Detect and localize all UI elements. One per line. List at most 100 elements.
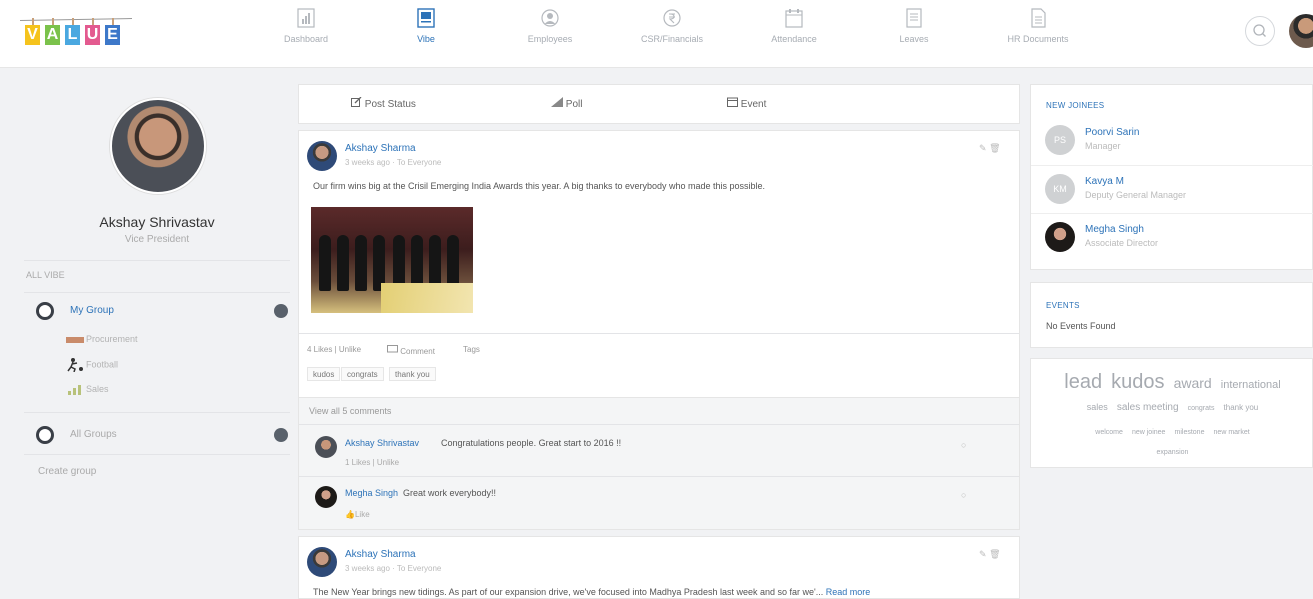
- events-title: EVENTS: [1046, 301, 1080, 310]
- post-author-avatar[interactable]: [307, 547, 337, 577]
- cloud-tag[interactable]: welcome: [1095, 429, 1123, 436]
- group-icon: [36, 302, 54, 320]
- post-author-avatar[interactable]: [307, 141, 337, 171]
- joinee-name[interactable]: Kavya M: [1085, 176, 1124, 187]
- cloud-tag[interactable]: new market: [1214, 429, 1250, 436]
- new-joinees-title: NEW JOINEES: [1046, 101, 1105, 110]
- delete-post-icon[interactable]: 🗑: [989, 143, 1000, 153]
- joinee-name[interactable]: Megha Singh: [1085, 224, 1144, 235]
- calendar-icon: [727, 97, 738, 107]
- event-label: Event: [740, 99, 767, 110]
- view-all-comments-link[interactable]: View all 5 comments: [309, 406, 391, 416]
- delete-post-icon[interactable]: 🗑: [989, 549, 1000, 559]
- nav-attendance[interactable]: Attendance: [744, 8, 844, 58]
- nav-leaves[interactable]: Leaves: [864, 8, 964, 58]
- profile-title: Vice President: [124, 234, 190, 245]
- nav-label: Dashboard: [283, 34, 329, 44]
- cloud-tag[interactable]: award: [1174, 375, 1212, 391]
- tags-link[interactable]: Tags: [463, 345, 480, 354]
- cloud-tag[interactable]: sales meeting: [1117, 402, 1179, 413]
- comment-like-link[interactable]: 👍Like: [345, 510, 370, 519]
- group-count-badge: [274, 428, 288, 442]
- tag[interactable]: kudos: [307, 367, 341, 381]
- post-meta: 3 weeks ago · To Everyone: [345, 158, 442, 167]
- subgroup-sales[interactable]: Sales: [66, 384, 109, 402]
- cloud-tag[interactable]: new joinee: [1132, 429, 1165, 436]
- likes-unlike[interactable]: 4 Likes | Unlike: [307, 345, 361, 354]
- post-card: Akshay Sharma 3 weeks ago · To Everyone …: [298, 536, 1020, 599]
- comments-section: View all 5 comments Akshay Shrivastav Co…: [298, 398, 1020, 530]
- comment-author-name[interactable]: Akshay Shrivastav: [345, 438, 419, 448]
- post-author-name[interactable]: Akshay Sharma: [345, 549, 416, 560]
- my-group-item[interactable]: My Group: [24, 300, 290, 322]
- user-icon: [541, 9, 559, 27]
- cloud-tag[interactable]: kudos: [1111, 371, 1164, 394]
- poll-tab[interactable]: Poll: [551, 97, 582, 110]
- cloud-tag[interactable]: expansion: [1157, 449, 1189, 456]
- cloud-tag[interactable]: congrats: [1188, 405, 1215, 412]
- comment-options-icon[interactable]: ○: [961, 440, 966, 450]
- value-logo[interactable]: V A L U E: [19, 16, 133, 50]
- subgroup-football[interactable]: Football: [66, 358, 118, 376]
- read-more-link[interactable]: Read more: [826, 587, 871, 597]
- bar-chart-icon: [297, 8, 315, 28]
- all-vibe-label[interactable]: ALL VIBE: [26, 270, 65, 280]
- cloud-tag[interactable]: thank you: [1224, 403, 1259, 412]
- edit-post-icon[interactable]: ✎: [979, 143, 987, 153]
- nav-csr-financials[interactable]: CSR/Financials: [622, 8, 722, 58]
- edit-post-icon[interactable]: ✎: [979, 549, 987, 559]
- comment-author-avatar[interactable]: [315, 436, 337, 458]
- cloud-tag[interactable]: milestone: [1175, 429, 1205, 436]
- nav-label: HR Documents: [1007, 34, 1069, 44]
- joinee-item[interactable]: PS Poorvi Sarin Manager: [1031, 117, 1313, 165]
- comment-likes[interactable]: 1 Likes | Unlike: [345, 458, 399, 467]
- comment-options-icon[interactable]: ○: [961, 490, 966, 500]
- user-avatar[interactable]: [1289, 14, 1313, 48]
- comment-author-avatar[interactable]: [315, 486, 337, 508]
- tag-list: kudos congrats thank you: [307, 367, 607, 383]
- cloud-tag[interactable]: international: [1221, 379, 1281, 391]
- profile-avatar[interactable]: [110, 98, 206, 194]
- post-status-tab[interactable]: Post Status: [351, 96, 416, 110]
- post-composer: Post Status Poll Event: [298, 84, 1020, 124]
- post-photo[interactable]: [311, 207, 473, 313]
- event-tab[interactable]: Event: [727, 97, 766, 110]
- top-navbar: V A L U E Dashboard Vibe Employees CSR/F…: [0, 0, 1313, 68]
- comment-author-name[interactable]: Megha Singh: [345, 488, 398, 498]
- post-text-body: The New Year brings new tidings. As part…: [313, 587, 824, 597]
- joinee-item[interactable]: KM Kavya M Deputy General Manager: [1031, 165, 1313, 213]
- subgroup-label: Procurement: [86, 334, 138, 344]
- tag[interactable]: thank you: [389, 367, 436, 381]
- joinee-name[interactable]: Poorvi Sarin: [1085, 127, 1139, 138]
- events-card: EVENTS No Events Found: [1030, 282, 1313, 348]
- post-author-name[interactable]: Akshay Sharma: [345, 143, 416, 154]
- group-count-badge: [274, 304, 288, 318]
- nav-employees[interactable]: Employees: [500, 8, 600, 58]
- new-joinees-card: NEW JOINEES PS Poorvi Sarin Manager KM K…: [1030, 84, 1313, 270]
- cloud-tag[interactable]: sales: [1087, 402, 1108, 412]
- search-button[interactable]: [1245, 16, 1275, 46]
- profile-name[interactable]: Akshay Shrivastav: [24, 214, 290, 230]
- post-status-label: Post Status: [364, 99, 416, 110]
- nav-dashboard[interactable]: Dashboard: [256, 8, 356, 58]
- photo-figure: [337, 235, 349, 291]
- subgroup-procurement[interactable]: Procurement: [66, 334, 138, 352]
- all-groups-item[interactable]: All Groups: [24, 424, 290, 446]
- group-icon: [36, 426, 54, 444]
- comment-link[interactable]: Comment: [387, 345, 435, 356]
- vibe-icon: [417, 8, 435, 28]
- calendar-icon: [785, 9, 803, 28]
- cloud-tag[interactable]: lead: [1064, 371, 1102, 394]
- nav-vibe[interactable]: Vibe: [376, 8, 476, 58]
- rupee-icon: [663, 9, 681, 27]
- football-player-icon: [67, 358, 83, 372]
- tag[interactable]: congrats: [341, 367, 384, 381]
- logo-letter-tile: L: [65, 25, 80, 45]
- joinee-item[interactable]: Megha Singh Associate Director: [1031, 213, 1313, 261]
- nav-hr-documents[interactable]: HR Documents: [988, 8, 1088, 58]
- nav-label: Employees: [527, 34, 573, 44]
- sales-chart-icon: [68, 384, 81, 395]
- post-text: Our firm wins big at the Crisil Emerging…: [313, 181, 766, 191]
- create-group-link[interactable]: Create group: [38, 466, 96, 477]
- post-actions: ✎ 🗑: [979, 549, 1001, 560]
